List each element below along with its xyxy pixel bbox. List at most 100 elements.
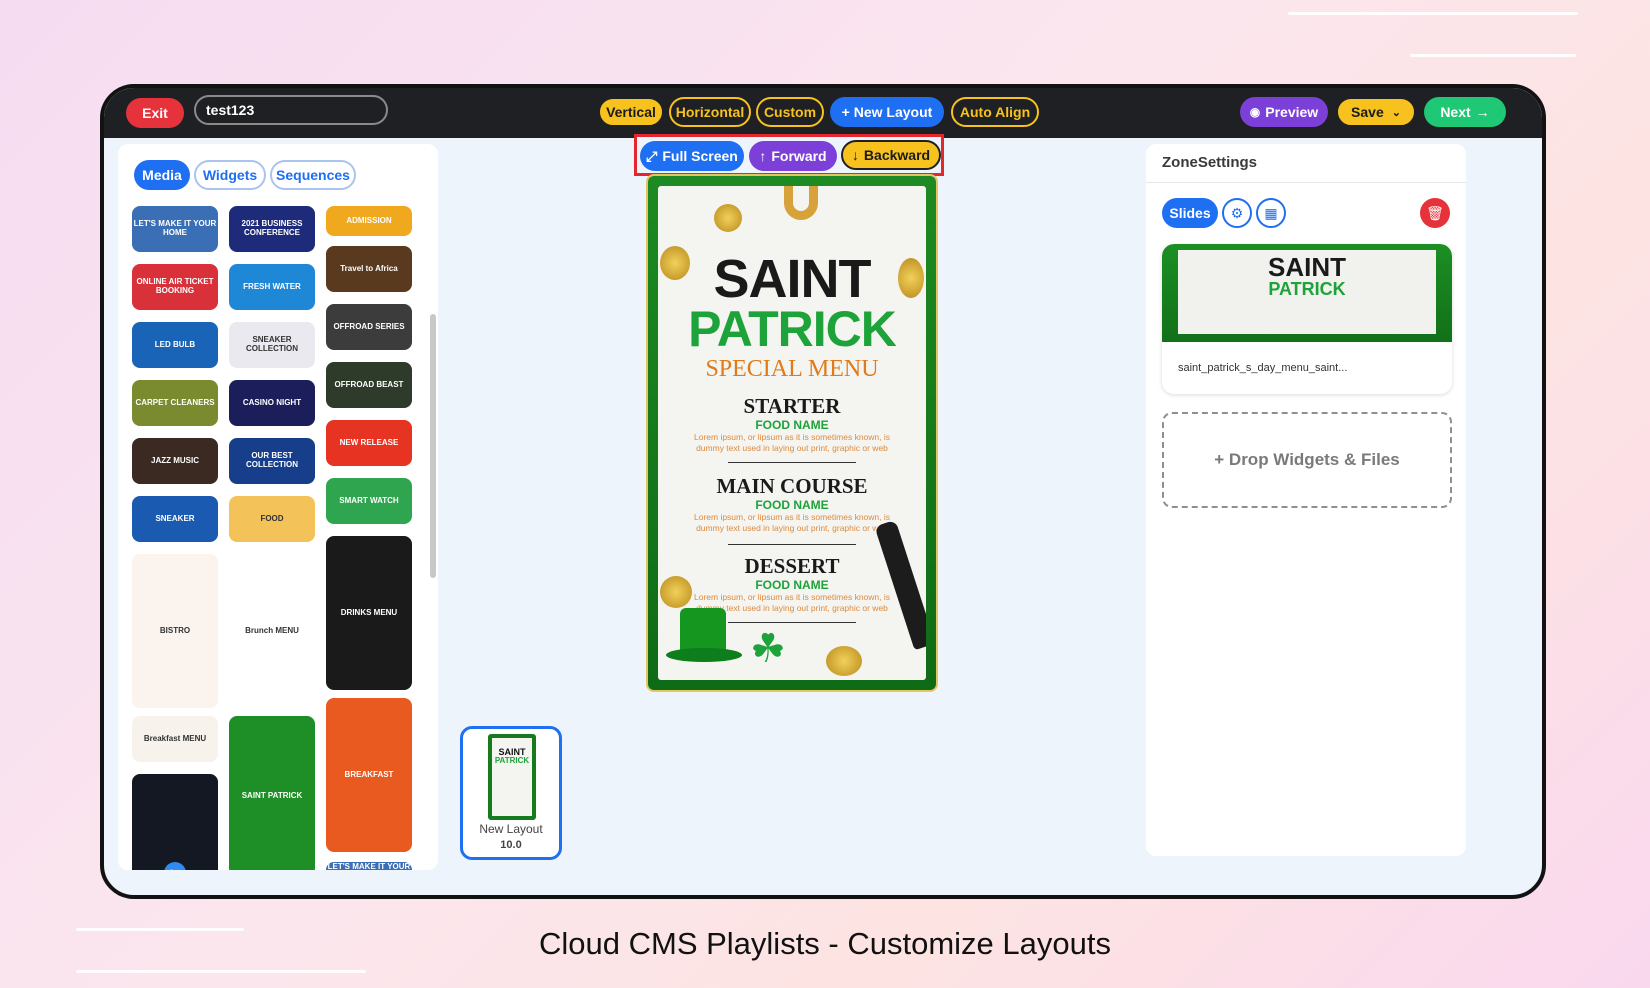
- media-thumbnail[interactable]: CASINO NIGHT: [229, 380, 315, 426]
- layout-name-input[interactable]: [194, 95, 388, 125]
- hat-brim: [666, 648, 742, 662]
- media-thumbnail[interactable]: 2021 BUSINESS CONFERENCE: [229, 206, 315, 252]
- media-thumbnail[interactable]: LED BULB: [132, 322, 218, 368]
- flyer-content: SAINT PATRICK SPECIAL MENU STARTER FOOD …: [658, 186, 926, 680]
- divider: [1146, 182, 1466, 183]
- media-thumbnail-label: LED BULB: [154, 339, 196, 349]
- layout-zone-flyer[interactable]: SAINT PATRICK SPECIAL MENU STARTER FOOD …: [648, 176, 936, 690]
- media-scrollbar[interactable]: [430, 314, 436, 578]
- decorative-line: [1410, 54, 1576, 57]
- tab-sequences[interactable]: Sequences: [270, 160, 356, 190]
- save-label: Save: [1351, 104, 1384, 120]
- slide-thumb-line2: PATRICK: [1268, 279, 1346, 299]
- media-thumbnail-label: DRINKS MENU: [340, 607, 398, 617]
- media-thumbnail[interactable]: DRINKS MENU: [326, 536, 412, 690]
- media-thumbnail[interactable]: OFFROAD BEAST: [326, 362, 412, 408]
- media-thumbnail[interactable]: SNEAKER: [132, 496, 218, 542]
- media-thumbnail-label: LET'S MAKE IT YOUR HOME: [327, 862, 411, 870]
- media-thumbnail-label: LET'S MAKE IT YOUR HOME: [133, 219, 217, 237]
- media-grid: LET'S MAKE IT YOUR HOME 2021 BUSINESS CON…: [132, 206, 422, 870]
- flyer-lorem: Lorem ipsum, or lipsum as it is sometime…: [693, 512, 891, 533]
- layout-thumbnail[interactable]: SAINT PATRICK New Layout 10.0: [460, 726, 562, 860]
- horizontal-button[interactable]: Horizontal: [669, 97, 751, 127]
- media-thumbnail[interactable]: ONLINE AIR TICKET BOOKING: [132, 264, 218, 310]
- media-thumbnail-label: FRESH WATER: [243, 281, 301, 291]
- next-button[interactable]: Next →: [1424, 97, 1506, 127]
- settings-button[interactable]: ⚙: [1222, 198, 1252, 228]
- clover-icon: ☘: [750, 627, 786, 671]
- decorative-line: [1288, 12, 1578, 15]
- preview-label: Preview: [1265, 104, 1319, 120]
- app-window: Exit Vertical Horizontal Custom + New La…: [100, 84, 1546, 899]
- flyer-lorem: Lorem ipsum, or lipsum as it is sometime…: [693, 432, 891, 453]
- tab-media[interactable]: Media: [134, 160, 190, 190]
- forward-button[interactable]: ↑ Forward: [749, 141, 837, 171]
- media-thumbnail-label: BISTRO: [159, 625, 191, 635]
- media-thumbnail[interactable]: Brunch MENU: [229, 554, 315, 708]
- flyer-special-menu: SPECIAL MENU: [705, 356, 879, 382]
- drop-widgets-zone[interactable]: + Drop Widgets & Files: [1162, 412, 1452, 508]
- slides-button[interactable]: Slides: [1162, 198, 1218, 228]
- decorative-line: [76, 970, 366, 973]
- media-thumbnail[interactable]: FRESH WATER: [229, 264, 315, 310]
- media-thumbnail[interactable]: SAINT PATRICK: [229, 716, 315, 870]
- arrow-down-icon: ↓: [851, 147, 859, 163]
- slide-card[interactable]: SAINT PATRICK saint_patrick_s_day_menu_s…: [1162, 244, 1452, 394]
- media-thumbnail[interactable]: NEW RELEASE: [326, 420, 412, 466]
- schedule-button[interactable]: ▦: [1256, 198, 1286, 228]
- flyer-patrick: PATRICK: [688, 301, 897, 357]
- arrow-up-icon: ↑: [759, 148, 767, 164]
- exit-button[interactable]: Exit: [126, 98, 184, 128]
- media-thumbnail-label: Travel to Africa: [340, 263, 398, 273]
- media-thumbnail[interactable]: CARPET CLEANERS: [132, 380, 218, 426]
- flyer-divider: [728, 462, 856, 463]
- media-thumbnail[interactable]: Breakfast MENU: [132, 716, 218, 762]
- coin-icon: [714, 204, 742, 232]
- layout-duration: 10.0: [500, 839, 522, 851]
- media-thumbnail-label: Brunch MENU: [245, 625, 299, 635]
- media-thumbnail[interactable]: BREAKFAST: [326, 698, 412, 852]
- full-screen-label: Full Screen: [662, 148, 738, 164]
- media-thumbnail[interactable]: JAZZ MUSIC: [132, 438, 218, 484]
- new-layout-button[interactable]: + New Layout: [830, 97, 944, 127]
- media-thumbnail[interactable]: OUR BEST COLLECTION: [229, 438, 315, 484]
- media-thumbnail[interactable]: SNEAKER COLLECTION: [229, 322, 315, 368]
- save-button[interactable]: Save ⌄: [1336, 97, 1416, 127]
- media-thumbnail[interactable]: LET'S MAKE IT YOUR HOME: [326, 862, 412, 870]
- media-thumbnail[interactable]: ADMISSION: [326, 206, 412, 236]
- layout-mini-preview: SAINT PATRICK: [488, 734, 536, 820]
- media-thumbnail[interactable]: OFFROAD SERIES: [326, 304, 412, 350]
- media-thumbnail[interactable]: LET'S MAKE IT YOUR HOME: [132, 206, 218, 252]
- media-thumbnail[interactable]: SMART WATCH: [326, 478, 412, 524]
- horseshoe-icon: [784, 186, 818, 220]
- coin-icon: [826, 646, 862, 676]
- flyer-food-name: FOOD NAME: [755, 578, 829, 592]
- flyer-divider: [728, 622, 856, 623]
- slide-thumbnail-inner: SAINT PATRICK: [1178, 250, 1436, 334]
- flyer-section-title: STARTER: [743, 394, 841, 418]
- media-thumbnail-label: SAINT PATRICK: [241, 790, 303, 800]
- preview-button[interactable]: ◉ Preview: [1240, 97, 1328, 127]
- tab-widgets[interactable]: Widgets: [194, 160, 266, 190]
- media-thumbnail[interactable]: BISTRO: [132, 554, 218, 708]
- media-thumbnail-label: OFFROAD SERIES: [333, 321, 405, 331]
- media-thumbnail-label: SMART WATCH: [339, 495, 399, 505]
- auto-align-button[interactable]: Auto Align: [951, 97, 1039, 127]
- play-icon: ▶: [164, 862, 186, 870]
- vertical-button[interactable]: Vertical: [598, 97, 664, 127]
- custom-button[interactable]: Custom: [756, 97, 824, 127]
- backward-button[interactable]: ↓ Backward: [841, 140, 941, 170]
- calendar-icon: ▦: [1264, 204, 1278, 221]
- media-thumbnail[interactable]: Travel to Africa: [326, 246, 412, 292]
- media-thumbnail-label: SNEAKER: [155, 513, 195, 523]
- media-thumbnail[interactable]: VIDEO▶: [132, 774, 218, 870]
- media-thumbnail-label: NEW RELEASE: [339, 437, 399, 447]
- eye-icon: ◉: [1249, 105, 1261, 119]
- media-thumbnail-label: JAZZ MUSIC: [151, 455, 199, 465]
- media-thumbnail[interactable]: FOOD: [229, 496, 315, 542]
- flyer-divider: [728, 544, 856, 545]
- delete-button[interactable]: 🗑: [1420, 198, 1450, 228]
- full-screen-button[interactable]: ⤢ Full Screen: [640, 141, 744, 171]
- media-panel: Media Widgets Sequences LET'S MAKE IT YO…: [118, 144, 438, 870]
- media-thumbnail-label: Breakfast MENU: [143, 733, 207, 743]
